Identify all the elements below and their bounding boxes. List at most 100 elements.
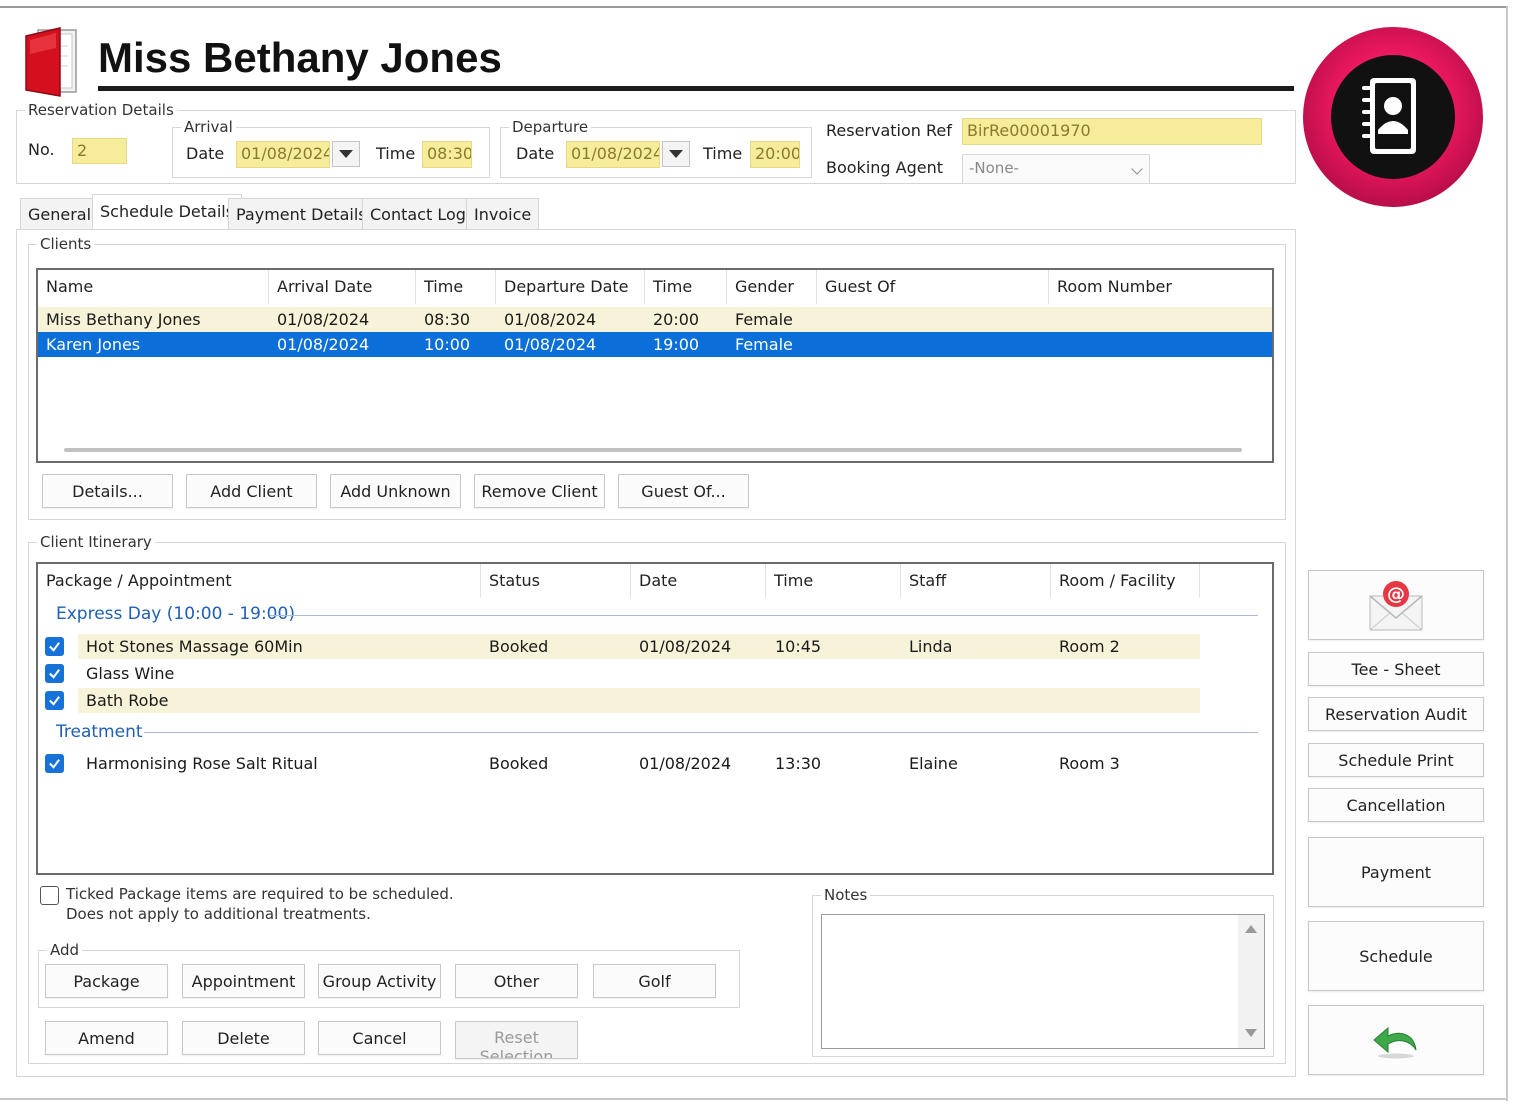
arrival-date-field[interactable]: 01/08/2024 <box>236 141 330 168</box>
client-departure-date: 01/08/2024 <box>504 335 597 354</box>
client-arrival-time: 08:30 <box>424 310 471 329</box>
itinerary-col-status[interactable]: Status <box>481 564 631 598</box>
item-date: 01/08/2024 <box>639 754 732 773</box>
amend-button[interactable]: Amend <box>45 1021 168 1055</box>
reservation-ref-label: Reservation Ref <box>826 121 952 140</box>
clients-col-departure-date[interactable]: Departure Date <box>496 270 645 304</box>
item-checkbox[interactable] <box>45 637 64 656</box>
item-date: 01/08/2024 <box>639 637 732 656</box>
clients-col-arrival-date[interactable]: Arrival Date <box>269 270 416 304</box>
tab-general[interactable]: General <box>20 198 100 230</box>
add-golf-button[interactable]: Golf <box>593 964 716 998</box>
reservation-audit-button[interactable]: Reservation Audit <box>1308 697 1484 731</box>
booking-agent-value: -None- <box>969 159 1019 177</box>
add-other-button[interactable]: Other <box>455 964 578 998</box>
departure-time-field[interactable]: 20:00 <box>750 141 800 168</box>
item-checkbox[interactable] <box>45 664 64 683</box>
table-row[interactable]: Karen Jones 01/08/2024 10:00 01/08/2024 … <box>38 332 1272 357</box>
departure-date-field[interactable]: 01/08/2024 <box>566 141 660 168</box>
undo-arrow-icon <box>1373 1026 1417 1059</box>
title-underline <box>98 86 1294 91</box>
reservation-ref-field[interactable]: BirRe00001970 <box>962 118 1262 145</box>
item-status: Booked <box>489 637 549 656</box>
tab-schedule-details[interactable]: Schedule Details <box>92 194 243 230</box>
back-button[interactable] <box>1308 1005 1484 1075</box>
item-name: Harmonising Rose Salt Ritual <box>86 754 318 773</box>
tee-sheet-button[interactable]: Tee - Sheet <box>1308 652 1484 686</box>
schedule-print-button[interactable]: Schedule Print <box>1308 743 1484 777</box>
scroll-up-icon[interactable] <box>1245 925 1257 933</box>
list-item[interactable]: Harmonising Rose Salt Ritual Booked 01/0… <box>78 751 1200 776</box>
client-arrival-date: 01/08/2024 <box>277 335 370 354</box>
clients-col-room-number[interactable]: Room Number <box>1049 270 1272 304</box>
itinerary-col-package[interactable]: Package / Appointment <box>38 564 481 598</box>
item-staff: Linda <box>909 637 953 656</box>
itinerary-group-header[interactable]: Treatment <box>56 722 143 742</box>
departure-date-label: Date <box>516 144 555 163</box>
item-name: Glass Wine <box>86 664 175 683</box>
client-arrival-date: 01/08/2024 <box>277 310 370 329</box>
guest-of-button[interactable]: Guest Of... <box>618 474 749 508</box>
email-button[interactable]: @ <box>1308 570 1484 640</box>
add-unknown-button[interactable]: Add Unknown <box>330 474 461 508</box>
notes-textarea[interactable] <box>821 914 1265 1049</box>
add-appointment-button[interactable]: Appointment <box>182 964 305 998</box>
clients-col-gender[interactable]: Gender <box>727 270 817 304</box>
delete-button[interactable]: Delete <box>182 1021 305 1055</box>
item-room: Room 2 <box>1059 637 1120 656</box>
reset-selection-button[interactable]: Reset Selection <box>455 1021 578 1059</box>
schedule-button[interactable]: Schedule <box>1308 921 1484 991</box>
item-checkbox[interactable] <box>45 691 64 710</box>
item-name: Bath Robe <box>86 691 169 710</box>
list-item[interactable]: Bath Robe <box>78 688 1200 713</box>
group-divider <box>144 732 1258 733</box>
check-icon <box>49 669 60 679</box>
itinerary-col-room[interactable]: Room / Facility <box>1051 564 1200 598</box>
list-item[interactable]: Glass Wine <box>78 661 1200 686</box>
itinerary-col-staff[interactable]: Staff <box>901 564 1051 598</box>
arrival-time-field[interactable]: 08:30 <box>422 141 472 168</box>
itinerary-group-header[interactable]: Express Day (10:00 - 19:00) <box>56 604 295 624</box>
reservation-no-field[interactable]: 2 <box>72 138 127 164</box>
booking-agent-select[interactable]: -None- <box>962 154 1150 184</box>
clients-legend: Clients <box>37 235 95 253</box>
add-client-button[interactable]: Add Client <box>186 474 317 508</box>
add-package-button[interactable]: Package <box>45 964 168 998</box>
client-arrival-time: 10:00 <box>424 335 471 354</box>
window-top-border <box>0 6 1506 8</box>
add-group-activity-button[interactable]: Group Activity <box>318 964 441 998</box>
tab-payment-details[interactable]: Payment Details <box>228 198 375 230</box>
itinerary-list[interactable]: Package / Appointment Status Date Time S… <box>36 562 1274 875</box>
scroll-down-icon[interactable] <box>1245 1029 1257 1037</box>
chevron-down-icon <box>339 150 353 158</box>
svg-text:@: @ <box>1387 584 1405 605</box>
clients-col-departure-time[interactable]: Time <box>645 270 727 304</box>
table-row[interactable]: Miss Bethany Jones 01/08/2024 08:30 01/0… <box>38 307 1272 332</box>
arrival-date-label: Date <box>186 144 225 163</box>
arrival-date-dropdown-button[interactable] <box>332 141 360 167</box>
clients-col-name[interactable]: Name <box>38 270 269 304</box>
clients-list[interactable]: Name Arrival Date Time Departure Date Ti… <box>36 268 1274 463</box>
cancellation-button[interactable]: Cancellation <box>1308 788 1484 822</box>
list-item[interactable]: Hot Stones Massage 60Min Booked 01/08/20… <box>78 634 1200 659</box>
horizontal-scrollbar[interactable] <box>64 448 1242 452</box>
chevron-down-icon <box>669 150 683 158</box>
clients-col-arrival-time[interactable]: Time <box>416 270 496 304</box>
payment-button[interactable]: Payment <box>1308 837 1484 907</box>
ticked-required-checkbox[interactable] <box>40 886 59 905</box>
tab-invoice[interactable]: Invoice <box>466 198 540 230</box>
tab-contact-log[interactable]: Contact Log <box>362 198 474 230</box>
clients-col-guest-of[interactable]: Guest Of <box>817 270 1049 304</box>
item-checkbox[interactable] <box>45 754 64 773</box>
group-divider <box>270 615 1258 616</box>
check-icon <box>49 696 60 706</box>
itinerary-col-time[interactable]: Time <box>766 564 901 598</box>
remove-client-button[interactable]: Remove Client <box>474 474 605 508</box>
email-at-icon: @ <box>1369 581 1423 631</box>
details-button[interactable]: Details... <box>42 474 173 508</box>
reset-selection-label: Reset Selection <box>479 1028 554 1059</box>
cancel-button[interactable]: Cancel <box>318 1021 441 1055</box>
departure-date-dropdown-button[interactable] <box>662 141 690 167</box>
notes-scrollbar[interactable] <box>1238 915 1264 1048</box>
itinerary-col-date[interactable]: Date <box>631 564 766 598</box>
